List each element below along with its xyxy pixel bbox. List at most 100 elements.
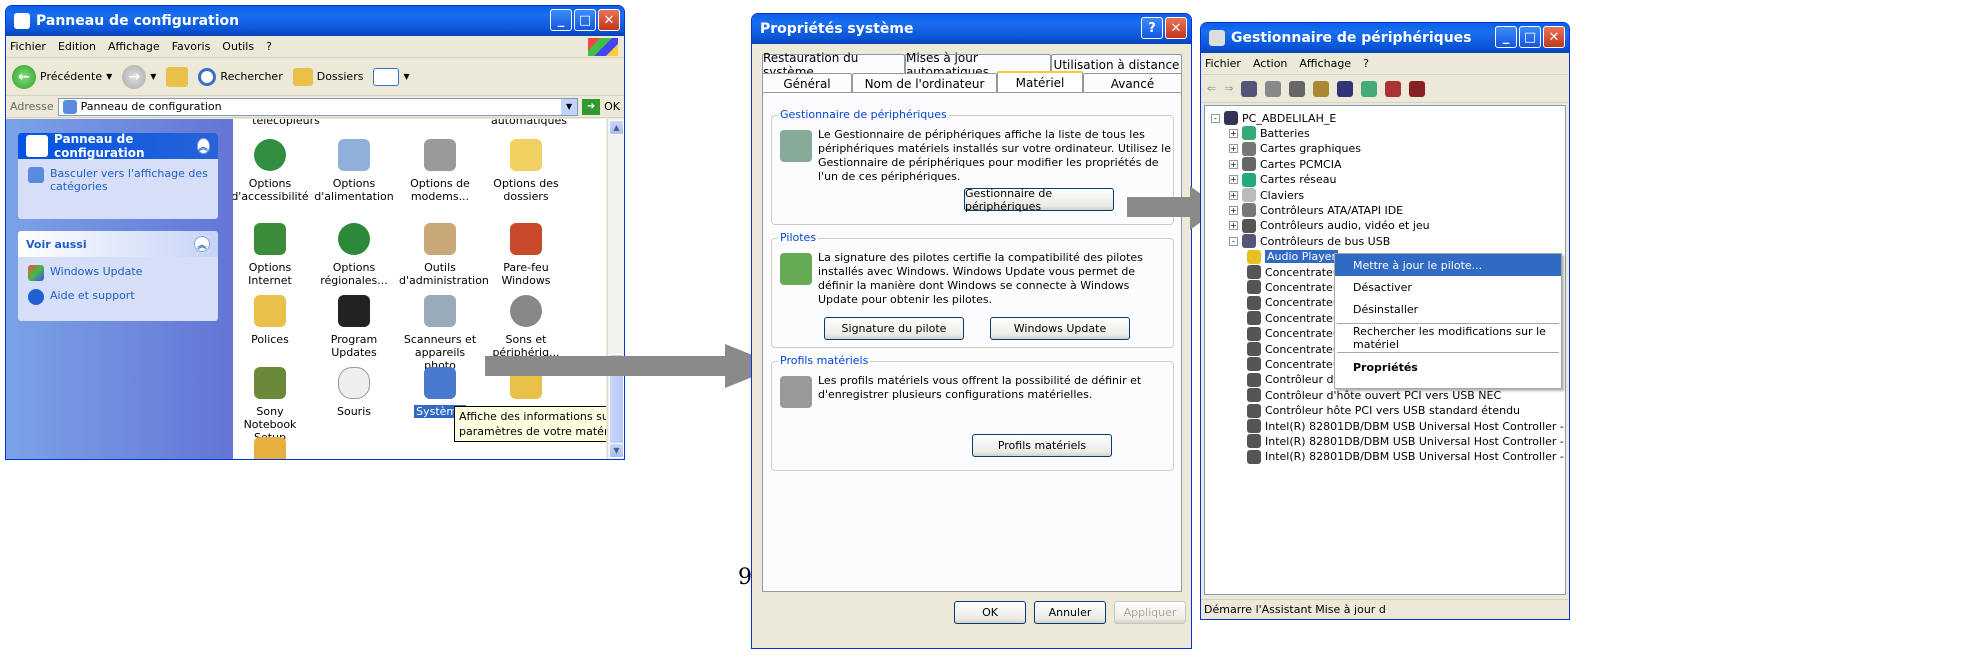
views-button[interactable]: ▼ [373, 67, 410, 86]
menu-file[interactable]: Fichier [1205, 57, 1241, 70]
device-manager-button[interactable]: Gestionnaire de périphériques [964, 187, 1114, 213]
menu-view[interactable]: Affichage [108, 40, 160, 53]
tab-general[interactable]: Général [762, 73, 852, 93]
item-program-updates[interactable]: Program Updates [313, 295, 395, 359]
cancel-button[interactable]: Annuler [1034, 601, 1106, 624]
go-arrow-icon[interactable]: ➜ [582, 98, 601, 115]
tree-item[interactable]: - PC_ABDELILAH_E [1211, 110, 1336, 126]
tree-item[interactable]: Contrôleur d'hôte ouvert PCI vers USB NE… [1247, 387, 1501, 403]
collapse-icon[interactable]: ︽ [194, 236, 210, 252]
back-arrow-icon[interactable]: ⇐ [1207, 82, 1216, 95]
item-admin-tools[interactable]: Outils d'administration [399, 223, 489, 287]
forward-button[interactable]: → ▼ [122, 64, 156, 89]
tree-item[interactable]: + Contrôleurs audio, vidéo et jeu [1229, 218, 1430, 234]
tree-item[interactable]: + Claviers [1229, 187, 1304, 203]
context-menu-item[interactable]: Propriétés [1335, 356, 1561, 378]
expand-icon[interactable]: + [1229, 175, 1238, 185]
view-icon[interactable] [1241, 80, 1258, 97]
go-button[interactable]: OK [604, 100, 620, 113]
device-manager-titlebar[interactable]: Gestionnaire de périphériques _ □ ✕ [1201, 23, 1569, 53]
collapse-icon[interactable]: ︽ [196, 138, 210, 154]
tab-advanced[interactable]: Avancé [1083, 73, 1182, 93]
minimize-button[interactable]: _ [1495, 26, 1517, 48]
menu-view[interactable]: Affichage [1299, 57, 1351, 70]
item-regional[interactable]: Options régionales... [313, 223, 395, 287]
close-button[interactable]: ✕ [598, 9, 620, 31]
tree-item[interactable]: + Batteries [1229, 125, 1310, 141]
tree-item[interactable]: - Contrôleurs de bus USB [1229, 233, 1390, 249]
item-sony-notebook[interactable]: Sony Notebook Setup [233, 367, 311, 444]
tab-hardware[interactable]: Matériel [997, 71, 1083, 93]
forward-arrow-icon[interactable]: ⇒ [1224, 82, 1233, 95]
menu-help[interactable]: ? [1363, 57, 1369, 70]
close-button[interactable]: ✕ [1543, 26, 1565, 48]
address-input[interactable]: Panneau de configuration ▼ [57, 97, 579, 116]
menu-edit[interactable]: Edition [58, 40, 96, 53]
back-button[interactable]: ← Précédente ▼ [12, 64, 112, 89]
item-partial-bottom[interactable] [233, 437, 311, 459]
partial-item-faxes[interactable]: télécopieurs [245, 119, 327, 127]
ok-button[interactable]: OK [954, 601, 1026, 624]
up-folder-button[interactable] [166, 66, 189, 87]
switch-category-view-link[interactable]: Basculer vers l'affichage des catégories [18, 159, 218, 197]
hardware-profiles-button[interactable]: Profils matériels [972, 434, 1112, 457]
item-firewall[interactable]: Pare-feu Windows [485, 223, 567, 287]
uninstall-icon[interactable] [1409, 80, 1426, 97]
expand-icon[interactable]: + [1229, 205, 1238, 215]
collapse-icon[interactable]: - [1229, 236, 1238, 246]
expand-icon[interactable]: + [1229, 190, 1238, 200]
tree-item[interactable]: Audio Player [1247, 249, 1338, 265]
tab-system-restore[interactable]: Restauration du système [762, 51, 905, 79]
see-also-header[interactable]: Voir aussi ︽ [18, 231, 218, 257]
tree-item[interactable]: + Cartes réseau [1229, 172, 1337, 188]
tree-item[interactable]: Intel(R) 82801DB/DBM USB Universal Host … [1247, 433, 1565, 449]
windows-update-button[interactable]: Windows Update [990, 317, 1130, 340]
tab-computer-name[interactable]: Nom de l'ordinateur [852, 73, 997, 93]
context-menu-item[interactable]: Mettre à jour le pilote... [1335, 254, 1561, 276]
windows-update-link[interactable]: Windows Update [18, 257, 218, 285]
scan-hardware-icon[interactable] [1337, 80, 1354, 97]
context-menu-item[interactable]: Désactiver [1335, 276, 1561, 298]
system-properties-titlebar[interactable]: Propriétés système ? ✕ [752, 14, 1191, 44]
menu-tools[interactable]: Outils [222, 40, 254, 53]
properties-icon[interactable] [1265, 80, 1282, 97]
menu-favorites[interactable]: Favoris [172, 40, 211, 53]
expand-icon[interactable]: + [1229, 221, 1238, 231]
print-icon[interactable] [1289, 80, 1306, 97]
tree-item[interactable]: + Cartes graphiques [1229, 141, 1361, 157]
vertical-scrollbar[interactable]: ▲ ▼ [607, 119, 624, 459]
item-mouse[interactable]: Souris [313, 367, 395, 418]
item-folder-options[interactable]: Options des dossiers [485, 139, 567, 203]
context-menu-item[interactable]: Désinstaller [1335, 298, 1561, 320]
scroll-down-button[interactable]: ▼ [609, 443, 624, 458]
item-accessibility[interactable]: Options d'accessibilité [233, 139, 311, 203]
maximize-button[interactable]: □ [1519, 26, 1541, 48]
menu-file[interactable]: Fichier [10, 40, 46, 53]
disable-icon[interactable] [1385, 80, 1402, 97]
minimize-button[interactable]: _ [550, 9, 572, 31]
scroll-up-button[interactable]: ▲ [609, 120, 624, 135]
help-icon[interactable] [1313, 80, 1330, 97]
item-internet-options[interactable]: Options Internet [233, 223, 311, 287]
menu-help[interactable]: ? [266, 40, 272, 53]
item-sounds[interactable]: Sons et périphériq... [485, 295, 567, 359]
folders-button[interactable]: Dossiers [292, 67, 363, 86]
item-fonts[interactable]: Polices [233, 295, 311, 346]
control-panel-titlebar[interactable]: Panneau de configuration _ □ ✕ [6, 6, 624, 36]
help-support-link[interactable]: Aide et support [18, 285, 218, 309]
tree-item[interactable]: Intel(R) 82801DB/DBM USB Universal Host … [1247, 449, 1565, 465]
driver-signing-button[interactable]: Signature du pilote [824, 317, 964, 340]
update-driver-icon[interactable] [1361, 80, 1378, 97]
item-scanners[interactable]: Scanneurs et appareils photo [399, 295, 481, 372]
partial-item-updates[interactable]: automatiques [488, 119, 570, 127]
tree-item[interactable]: Contrôleur hôte PCI vers USB standard ét… [1247, 403, 1520, 419]
apply-button[interactable]: Appliquer [1114, 601, 1186, 624]
item-power[interactable]: Options d'alimentation [313, 139, 395, 203]
help-button[interactable]: ? [1141, 17, 1163, 39]
control-panel-box-header[interactable]: Panneau de configuration ︽ [18, 132, 218, 160]
close-button[interactable]: ✕ [1165, 17, 1187, 39]
address-dropdown-icon[interactable]: ▼ [561, 98, 578, 115]
expand-icon[interactable]: + [1229, 128, 1238, 138]
tree-item[interactable]: + Cartes PCMCIA [1229, 156, 1342, 172]
expand-icon[interactable]: + [1229, 159, 1238, 169]
